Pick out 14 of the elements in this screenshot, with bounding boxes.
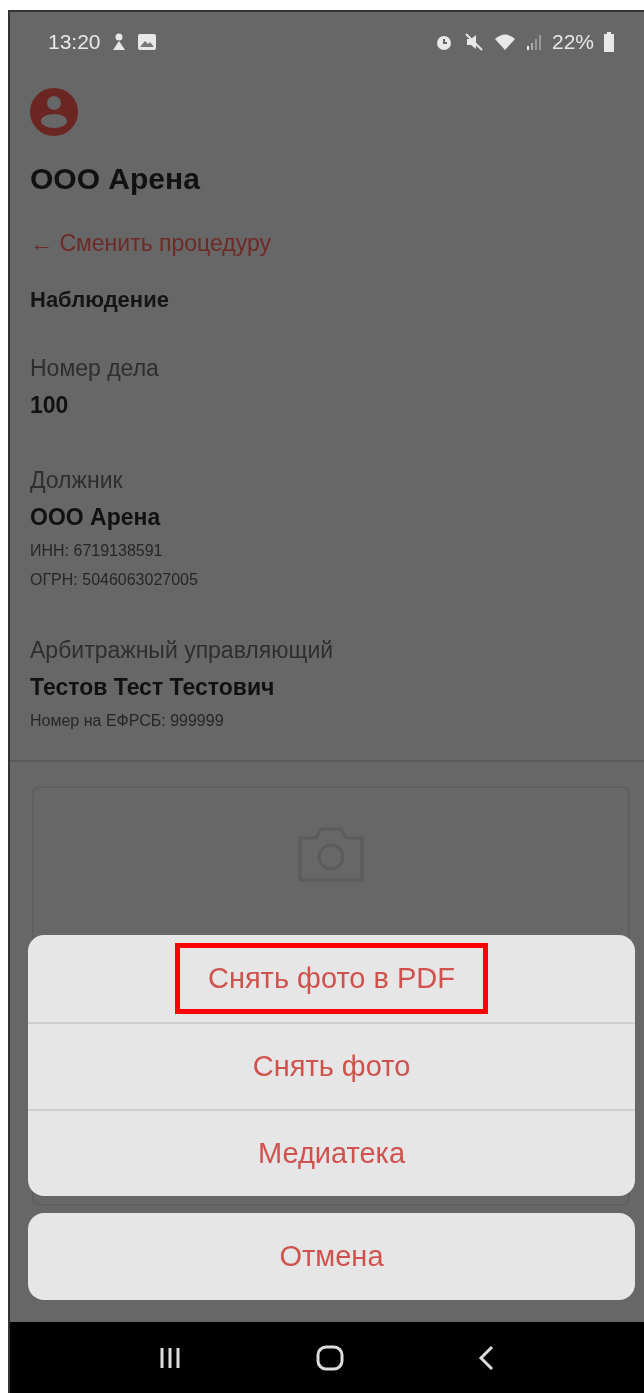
field-label: Арбитражный управляющий [30, 637, 335, 664]
field-detail: ИНН: 6719138591 [30, 542, 164, 560]
field-value: ООО Арена [30, 504, 162, 531]
highlight-frame: Снять фото в PDF [174, 943, 489, 1014]
field-detail: Номер на ЕФРСБ: 999999 [30, 712, 225, 730]
procedure-name: Наблюдение [30, 287, 170, 313]
battery-percent: 22% [551, 30, 594, 54]
company-title: ООО Арена [30, 162, 201, 196]
field-detail: ОГРН: 5046063027005 [30, 571, 199, 589]
field-label: Номер дела [30, 355, 160, 382]
field-label: Должник [30, 467, 124, 494]
field-value: Тестов Тест Тестович [30, 674, 276, 701]
field-value: 100 [30, 392, 70, 419]
status-time: 13:20 [48, 30, 101, 54]
